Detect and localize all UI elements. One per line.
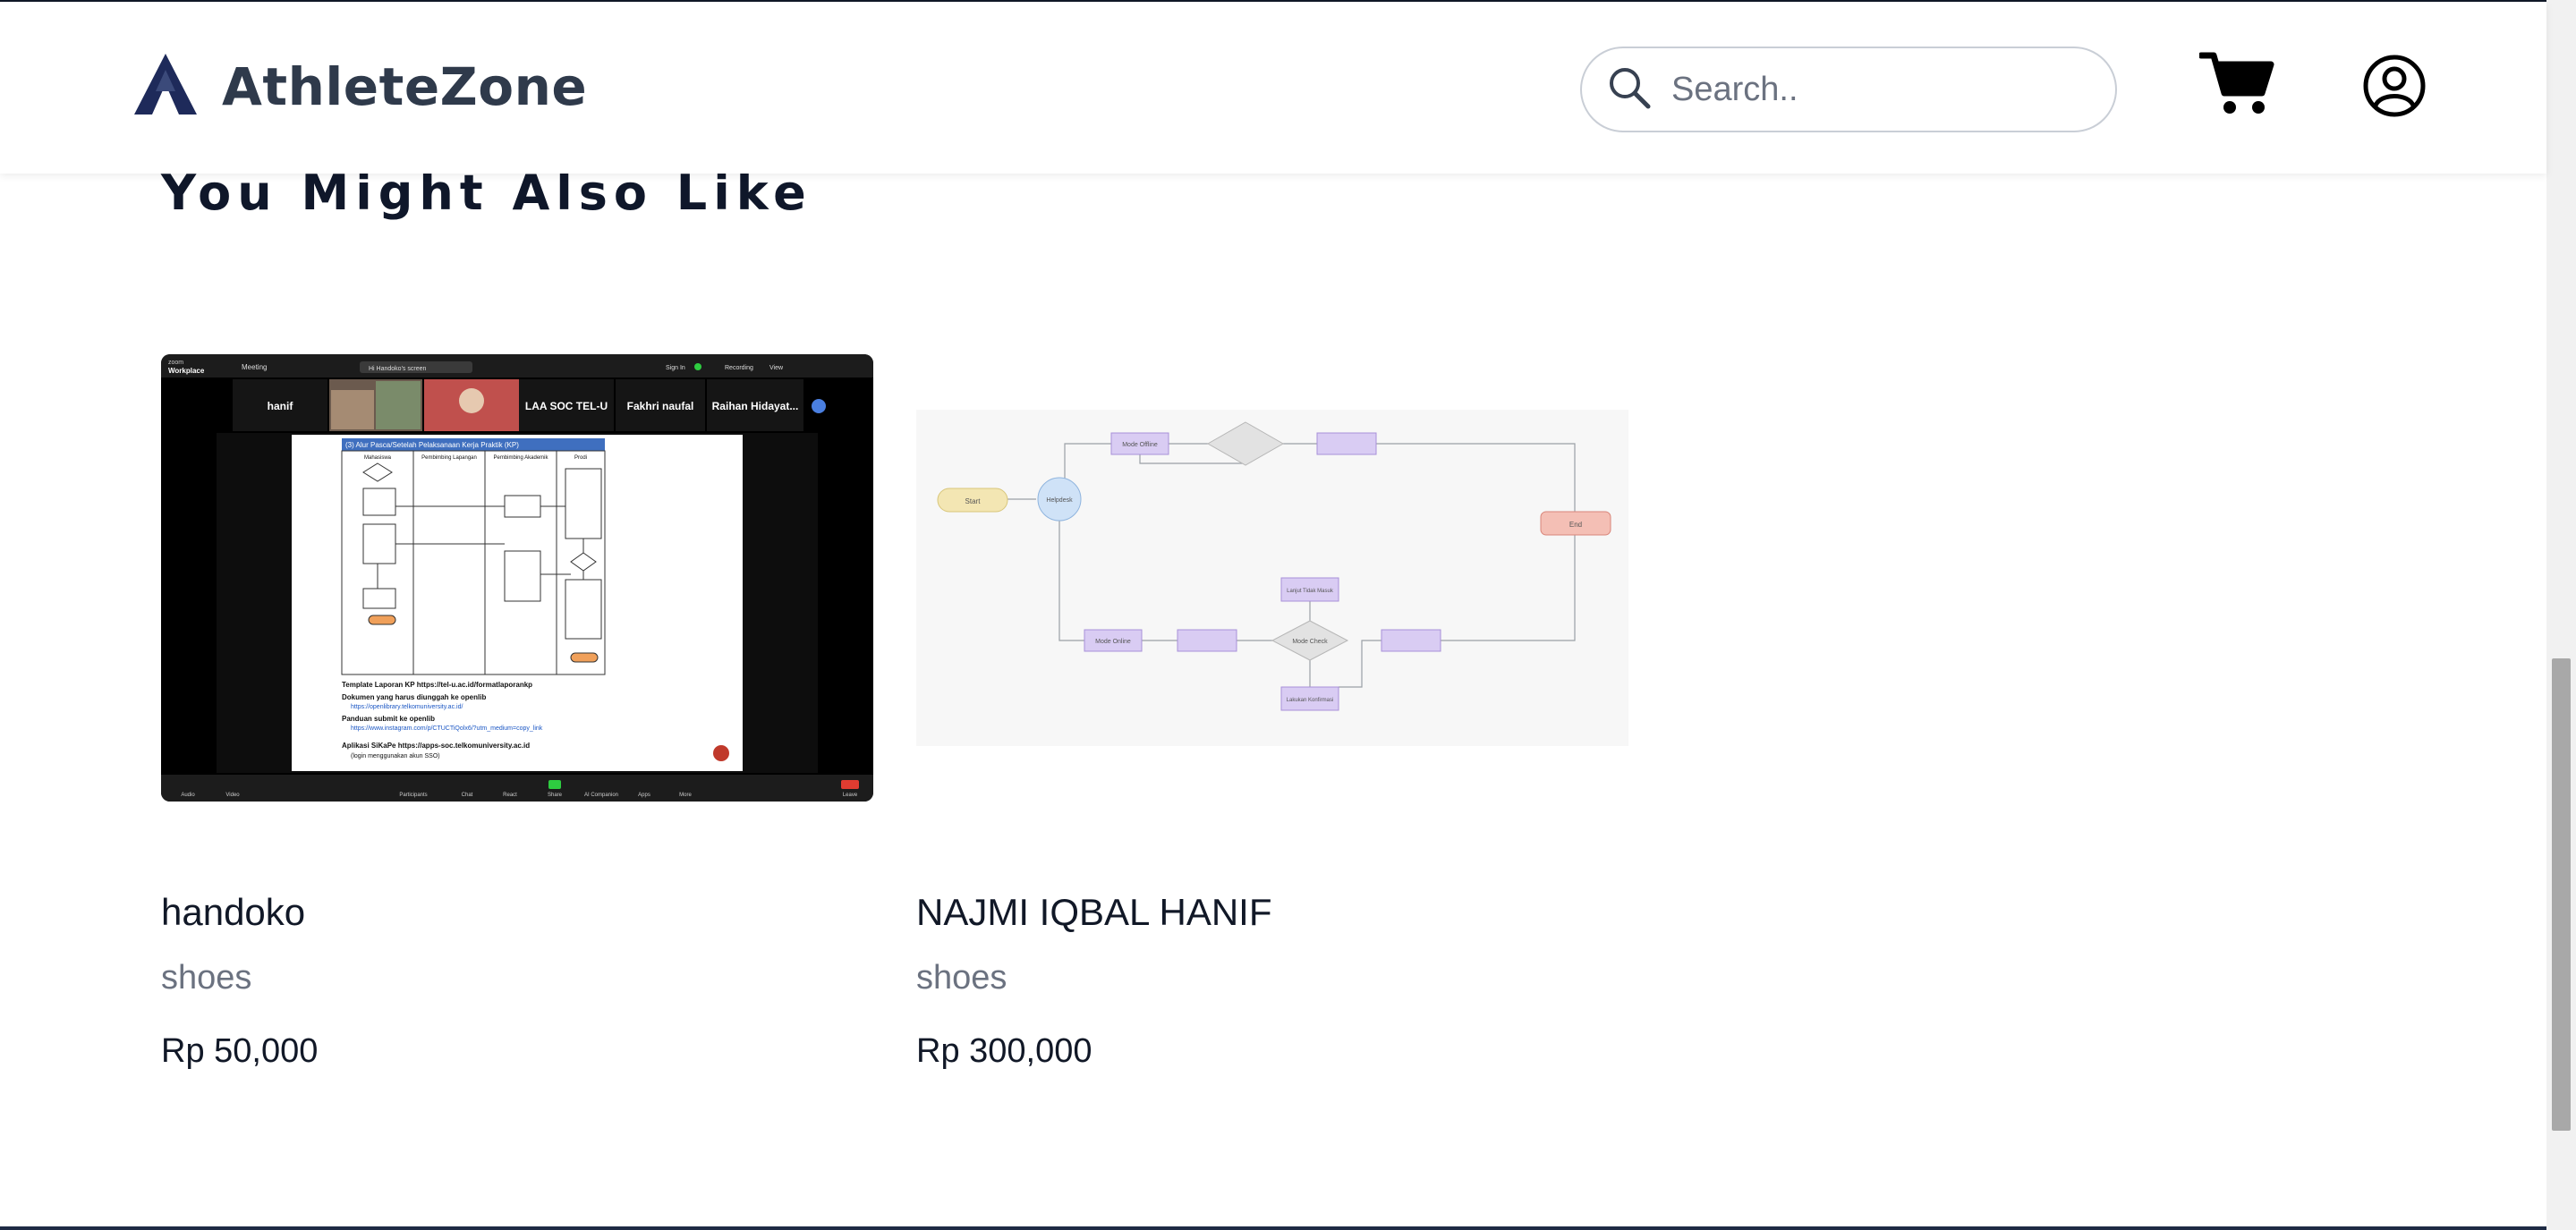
flow-node-label: Mode Online xyxy=(1095,639,1131,645)
product-category: shoes xyxy=(916,959,1007,997)
toolbar-label: Participants xyxy=(399,793,427,798)
flow-node-label: Mode Offline xyxy=(1122,442,1158,448)
doc-bullet: Panduan submit ke openlib xyxy=(342,715,435,723)
zoom-view-label: View xyxy=(769,365,784,371)
zoom-app-label: zoom xyxy=(168,360,183,366)
zoom-signin-label: Sign In xyxy=(666,365,685,371)
doc-title: (3) Alur Pasca/Setelah Pelaksanaan Kerja… xyxy=(345,441,519,449)
product-price: Rp 50,000 xyxy=(161,1032,319,1070)
cart-button[interactable] xyxy=(2198,48,2274,118)
product-price: Rp 300,000 xyxy=(916,1032,1092,1070)
product-category: shoes xyxy=(161,959,252,997)
brand-name: AthleteZone xyxy=(222,55,588,117)
toolbar-label: AI Companion xyxy=(584,793,618,798)
navbar: AthleteZone xyxy=(0,2,2546,174)
flow-node-label: Lanjut Tidak Masuk xyxy=(1287,589,1334,594)
product-image[interactable]: zoom Workplace Meeting Hi Handoko's scre… xyxy=(161,354,873,802)
product-name[interactable]: NAJMI IQBAL HANIF xyxy=(916,891,1272,934)
flow-node-label: End xyxy=(1569,521,1582,529)
cart-icon xyxy=(2198,52,2274,114)
zoom-app-sub: Workplace xyxy=(168,367,205,375)
toolbar-label: React xyxy=(503,793,517,798)
toolbar-label: Audio xyxy=(181,793,195,798)
scrollbar-thumb[interactable] xyxy=(2552,658,2571,1131)
product-card[interactable]: zoom Workplace Meeting Hi Handoko's scre… xyxy=(161,354,873,1070)
zoom-recording-label: Recording xyxy=(725,365,753,371)
doc-bullet: Aplikasi SiKaPe https://apps-soc.telkomu… xyxy=(342,742,530,750)
athletezone-logo-icon xyxy=(132,52,199,121)
svg-text:(login menggunakan akun SSO): (login menggunakan akun SSO) xyxy=(351,753,440,759)
zoom-meeting-label: Meeting xyxy=(242,363,267,371)
participant-name: Raihan Hidayat... xyxy=(712,400,799,412)
participant-name: hanif xyxy=(268,400,294,412)
footer-edge xyxy=(0,1226,2546,1230)
lane-label: Pembimbing Akademik xyxy=(493,455,548,461)
toolbar-label: Chat xyxy=(462,793,473,798)
flow-node-label: Mode Check xyxy=(1292,639,1328,645)
search-bar[interactable] xyxy=(1580,47,2117,132)
participant-name: LAA SOC TEL-U xyxy=(525,400,608,412)
product-card[interactable]: Start Helpdesk Mode Offline Mode Online … xyxy=(916,354,1628,1070)
brand[interactable]: AthleteZone xyxy=(132,52,587,121)
user-circle-icon xyxy=(2363,55,2426,117)
product-image[interactable]: Start Helpdesk Mode Offline Mode Online … xyxy=(916,354,1628,802)
toolbar-label: Video xyxy=(225,793,240,798)
flow-node-label: Helpdesk xyxy=(1046,497,1073,504)
lane-label: Pembimbing Lapangan xyxy=(421,455,477,461)
page-scrollbar[interactable] xyxy=(2546,0,2576,1230)
toolbar-label: Leave xyxy=(843,793,858,798)
flowchart-diagram-image: Start Helpdesk Mode Offline Mode Online … xyxy=(916,354,1628,802)
doc-bullet: Dokumen yang harus diunggah ke openlib xyxy=(342,693,486,701)
toolbar-label: Share xyxy=(548,793,563,798)
search-icon xyxy=(1607,65,1652,115)
profile-button[interactable] xyxy=(2362,54,2427,118)
toolbar-label: Apps xyxy=(638,793,650,798)
flow-node-label: Start xyxy=(965,497,982,505)
search-input[interactable] xyxy=(1671,70,2101,109)
participant-name: Fakhri naufal xyxy=(627,400,694,412)
svg-text:https://www.instagram.com/p/CT: https://www.instagram.com/p/CTUCTiQolx6/… xyxy=(351,725,543,732)
flow-node-label: Lakukan Konfirmasi xyxy=(1287,698,1334,703)
doc-bullet: Template Laporan KP https://tel-u.ac.id/… xyxy=(342,681,532,689)
product-name[interactable]: handoko xyxy=(161,891,305,934)
lane-label: Prodi xyxy=(574,455,587,461)
zoom-share-label: Hi Handoko's screen xyxy=(369,366,426,372)
toolbar-label: More xyxy=(679,793,692,798)
svg-text:https://openlibrary.telkomuniv: https://openlibrary.telkomuniversity.ac.… xyxy=(351,704,463,710)
lane-label: Mahasiswa xyxy=(364,455,392,461)
zoom-meeting-screenshot-image: zoom Workplace Meeting Hi Handoko's scre… xyxy=(161,354,873,802)
